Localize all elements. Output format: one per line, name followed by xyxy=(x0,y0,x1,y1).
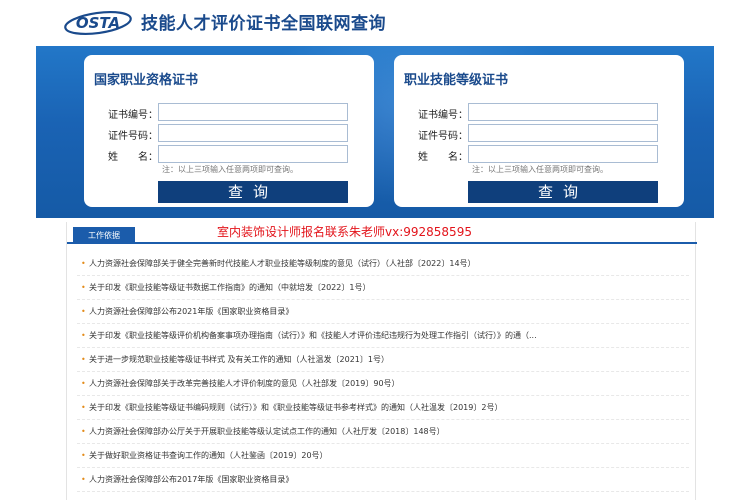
bullet-icon: • xyxy=(81,403,86,412)
site-header: OSTA 技能人才评价证书全国联网查询 xyxy=(0,0,750,46)
name-label: 姓 名： xyxy=(418,152,468,163)
list-item[interactable]: • 人力资源社会保障部公布2017年版《国家职业资格目录》 xyxy=(77,468,689,492)
list-item[interactable]: • 关于印发《职业技能等级评价机构备案事项办理指南（试行）》和《技能人才评价违纪违… xyxy=(77,324,689,348)
bullet-icon: • xyxy=(81,451,86,460)
certificate-number-row: 证书编号： xyxy=(394,103,684,121)
card-title: 国家职业资格证书 xyxy=(94,73,199,88)
tab-work-basis[interactable]: 工作依据 xyxy=(73,227,135,244)
query-banner: 国家职业资格证书 证书编号： 证件号码： 姓 名： 注：以上三项输入任意两项即可… xyxy=(36,46,714,218)
id-number-row: 证件号码： xyxy=(394,124,684,142)
promo-text: 室内装饰设计师报名联系朱老师vx:992858595 xyxy=(217,225,472,239)
news-link[interactable]: 人力资源社会保障部关于健全完善新时代技能人才职业技能等级制度的意见（试行）（人社… xyxy=(89,259,476,268)
list-item[interactable]: • 人力资源社会保障部办公厅关于开展职业技能等级认定试点工作的通知（人社厅发〔20… xyxy=(77,420,689,444)
certificate-number-label: 证书编号： xyxy=(418,110,468,121)
qualification-certificate-card: 国家职业资格证书 证书编号： 证件号码： 姓 名： 注：以上三项输入任意两项即可… xyxy=(84,55,374,207)
list-item[interactable]: • 人力资源社会保障部公布2021年版《国家职业资格目录》 xyxy=(77,300,689,324)
name-input[interactable] xyxy=(468,145,658,163)
id-number-label: 证件号码： xyxy=(418,131,468,142)
id-number-input[interactable] xyxy=(158,124,348,142)
list-item[interactable]: • 关于印发《职业技能等级证书数据工作指南》的通知（中就培发〔2022〕1号） xyxy=(77,276,689,300)
list-item[interactable]: • 人力资源社会保障部关于健全完善新时代技能人才职业技能等级制度的意见（试行）（人… xyxy=(77,252,689,276)
query-button[interactable]: 查询 xyxy=(468,181,658,203)
id-number-label: 证件号码： xyxy=(108,131,158,142)
bullet-icon: • xyxy=(81,475,86,484)
certificate-number-row: 证书编号： xyxy=(84,103,374,121)
query-hint: 注：以上三项输入任意两项即可查询。 xyxy=(162,165,298,174)
bullet-icon: • xyxy=(81,283,86,292)
bullet-icon: • xyxy=(81,427,86,436)
skill-level-certificate-card: 职业技能等级证书 证书编号： 证件号码： 姓 名： 注：以上三项输入任意两项即可… xyxy=(394,55,684,207)
page-title: 技能人才评价证书全国联网查询 xyxy=(141,14,386,34)
svg-text:OSTA: OSTA xyxy=(76,14,120,32)
news-link[interactable]: 人力资源社会保障部办公厅关于开展职业技能等级认定试点工作的通知（人社厅发〔201… xyxy=(89,427,445,436)
query-button[interactable]: 查询 xyxy=(158,181,348,203)
bullet-icon: • xyxy=(81,331,86,340)
bullet-icon: • xyxy=(81,379,86,388)
news-link[interactable]: 关于进一步规范职业技能等级证书样式 及有关工作的通知（人社温发〔2021〕1号） xyxy=(89,355,389,364)
news-link[interactable]: 人力资源社会保障部公布2017年版《国家职业资格目录》 xyxy=(89,475,293,484)
name-input[interactable] xyxy=(158,145,348,163)
tab-bar: 工作依据 室内装饰设计师报名联系朱老师vx:992858595 xyxy=(67,222,697,244)
news-list: • 人力资源社会保障部关于健全完善新时代技能人才职业技能等级制度的意见（试行）（人… xyxy=(77,252,689,492)
bullet-icon: • xyxy=(81,355,86,364)
certificate-number-input[interactable] xyxy=(158,103,348,121)
certificate-number-input[interactable] xyxy=(468,103,658,121)
name-row: 姓 名： xyxy=(84,145,374,163)
news-link[interactable]: 关于做好职业资格证书查询工作的通知（人社鉴函〔2019〕20号） xyxy=(89,451,328,460)
list-item[interactable]: • 关于进一步规范职业技能等级证书样式 及有关工作的通知（人社温发〔2021〕1号… xyxy=(77,348,689,372)
bullet-icon: • xyxy=(81,307,86,316)
news-link[interactable]: 人力资源社会保障部关于改革完善技能人才评价制度的意见（人社部发〔2019〕90号… xyxy=(89,379,400,388)
news-link[interactable]: 关于印发《职业技能等级评价机构备案事项办理指南（试行）》和《技能人才评价违纪违规… xyxy=(89,331,537,340)
news-link[interactable]: 人力资源社会保障部公布2021年版《国家职业资格目录》 xyxy=(89,307,293,316)
list-item[interactable]: • 人力资源社会保障部关于改革完善技能人才评价制度的意见（人社部发〔2019〕90… xyxy=(77,372,689,396)
list-item[interactable]: • 关于印发《职业技能等级证书编码规则（试行）》和《职业技能等级证书参考样式》的通… xyxy=(77,396,689,420)
name-row: 姓 名： xyxy=(394,145,684,163)
news-link[interactable]: 关于印发《职业技能等级证书数据工作指南》的通知（中就培发〔2022〕1号） xyxy=(89,283,370,292)
query-hint: 注：以上三项输入任意两项即可查询。 xyxy=(472,165,608,174)
work-basis-section: 工作依据 室内装饰设计师报名联系朱老师vx:992858595 • 人力资源社会保… xyxy=(66,222,697,500)
list-item[interactable]: • 关于做好职业资格证书查询工作的通知（人社鉴函〔2019〕20号） xyxy=(77,444,689,468)
certificate-number-label: 证书编号： xyxy=(108,110,158,121)
id-number-input[interactable] xyxy=(468,124,658,142)
id-number-row: 证件号码： xyxy=(84,124,374,142)
card-title: 职业技能等级证书 xyxy=(404,73,509,88)
bullet-icon: • xyxy=(81,259,86,268)
name-label: 姓 名： xyxy=(108,152,158,163)
osta-logo[interactable]: OSTA xyxy=(62,8,134,36)
news-link[interactable]: 关于印发《职业技能等级证书编码规则（试行）》和《职业技能等级证书参考样式》的通知… xyxy=(89,403,502,412)
